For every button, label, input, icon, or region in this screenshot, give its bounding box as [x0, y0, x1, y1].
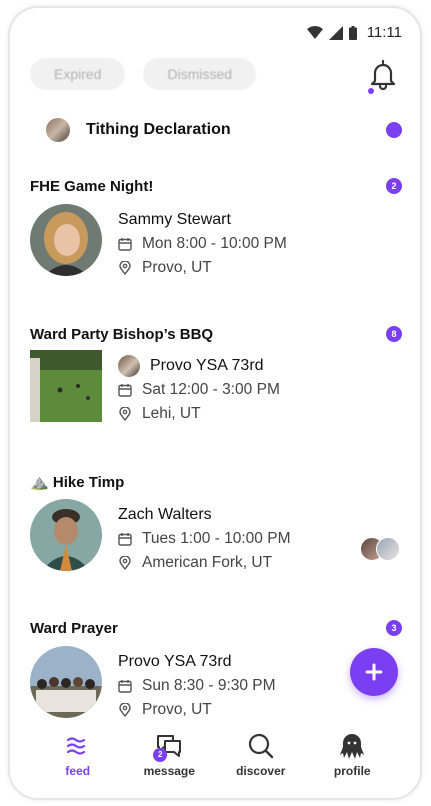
host-name: Provo YSA 73rd	[118, 653, 232, 670]
event-location: Provo, UT	[118, 256, 287, 280]
count-badge: 8	[386, 326, 402, 342]
tithing-row[interactable]: Tithing Declaration	[46, 112, 420, 148]
nav-feed[interactable]: feed	[38, 732, 118, 778]
nav-profile[interactable]: profile	[312, 732, 392, 778]
location-pin-icon	[119, 261, 131, 275]
event-title-row: ⛰️ Hike Timp	[30, 473, 124, 491]
status-bar: 11:11	[10, 8, 420, 54]
create-event-button[interactable]	[350, 648, 398, 696]
event-photo	[30, 350, 102, 422]
host-photo	[30, 499, 102, 571]
host-name: Sammy Stewart	[118, 211, 231, 228]
nav-message-label: message	[143, 764, 195, 778]
event-location-text: Lehi, UT	[142, 405, 201, 422]
event-card[interactable]: ⛰️ Hike Timp Zach Walters Tues 1:00 - 10…	[10, 473, 420, 583]
host-avatar	[30, 499, 102, 571]
ward-avatar	[118, 355, 140, 377]
event-info: Provo YSA 73rd Sat 12:00 - 3:00 PM Lehi,…	[118, 354, 280, 426]
location-pin-icon	[119, 556, 131, 570]
event-title: FHE Game Night!	[30, 178, 154, 195]
calendar-icon	[118, 533, 132, 546]
dismissed-filter-chip[interactable]: Dismissed	[143, 58, 257, 90]
event-info: Provo YSA 73rd Sun 8:30 - 9:30 PM Provo,…	[118, 650, 276, 722]
bell-icon	[370, 59, 396, 91]
host-name: Provo YSA 73rd	[150, 357, 264, 374]
event-title: Ward Party Bishop’s BBQ	[30, 326, 214, 343]
wifi-icon	[306, 25, 323, 39]
event-title: Hike Timp	[52, 474, 125, 491]
host-photo	[30, 204, 102, 276]
event-time-text: Mon 8:00 - 10:00 PM	[142, 235, 287, 252]
event-location-text: American Fork, UT	[142, 554, 273, 571]
nav-feed-label: feed	[65, 764, 91, 778]
battery-icon	[348, 25, 357, 40]
tithing-title: Tithing Declaration	[86, 121, 231, 138]
status-time: 11:11	[366, 24, 402, 41]
event-card[interactable]: Ward Party Bishop’s BBQ 8 Provo YSA 73rd	[10, 326, 420, 436]
status-icons: 11:11	[306, 24, 402, 41]
host-name: Zach Walters	[118, 506, 212, 523]
calendar-icon	[118, 238, 132, 251]
event-location: American Fork, UT	[118, 551, 290, 575]
event-time: Tues 1:00 - 10:00 PM	[118, 527, 290, 551]
event-time-text: Tues 1:00 - 10:00 PM	[142, 530, 291, 547]
octopus-icon	[340, 734, 365, 759]
event-time: Mon 8:00 - 10:00 PM	[118, 232, 287, 256]
tithing-avatar	[46, 118, 70, 142]
bottom-navigation: feed 2 message discover profile	[10, 718, 420, 798]
notification-dot	[368, 88, 374, 94]
filter-row: Expired Dismissed	[30, 58, 257, 90]
event-card[interactable]: FHE Game Night! 2 Sammy Stewart Mon 8:00…	[10, 178, 420, 288]
plus-icon	[365, 663, 383, 681]
event-info: Zach Walters Tues 1:00 - 10:00 PM Americ…	[118, 503, 290, 575]
group-photo	[30, 646, 102, 718]
host-avatar	[30, 204, 102, 276]
attendee-avatar	[376, 537, 400, 561]
mountain-emoji: ⛰️	[30, 474, 49, 491]
calendar-icon	[118, 384, 132, 397]
unread-dot	[386, 122, 402, 138]
phone-frame: 11:11 Expired Dismissed Tithing Declarat…	[8, 6, 422, 800]
nav-items: feed 2 message discover profile	[10, 732, 420, 778]
host-name-row: Provo YSA 73rd	[118, 354, 280, 378]
nav-message[interactable]: 2 message	[129, 732, 209, 778]
event-location-text: Provo, UT	[142, 701, 212, 718]
attendee-avatars[interactable]	[360, 537, 402, 561]
count-badge: 2	[386, 178, 402, 194]
cellular-icon	[328, 25, 343, 40]
location-pin-icon	[119, 703, 131, 717]
park-photo	[30, 350, 102, 422]
group-avatar	[30, 646, 102, 718]
nav-discover-label: discover	[236, 764, 286, 778]
notifications-button[interactable]	[368, 58, 398, 94]
count-badge: 3	[386, 620, 402, 636]
location-pin-icon	[119, 407, 131, 421]
event-time-text: Sat 12:00 - 3:00 PM	[142, 381, 280, 398]
event-time: Sun 8:30 - 9:30 PM	[118, 674, 276, 698]
feed-icon	[66, 737, 85, 755]
search-icon	[248, 733, 273, 759]
event-title: Ward Prayer	[30, 620, 118, 637]
nav-discover[interactable]: discover	[221, 732, 301, 778]
calendar-icon	[118, 680, 132, 693]
event-info: Sammy Stewart Mon 8:00 - 10:00 PM Provo,…	[118, 208, 287, 280]
event-time-text: Sun 8:30 - 9:30 PM	[142, 677, 276, 694]
event-location: Lehi, UT	[118, 402, 280, 426]
event-time: Sat 12:00 - 3:00 PM	[118, 378, 280, 402]
nav-profile-label: profile	[333, 764, 371, 778]
expired-filter-chip[interactable]: Expired	[30, 58, 126, 90]
event-location-text: Provo, UT	[142, 259, 212, 276]
